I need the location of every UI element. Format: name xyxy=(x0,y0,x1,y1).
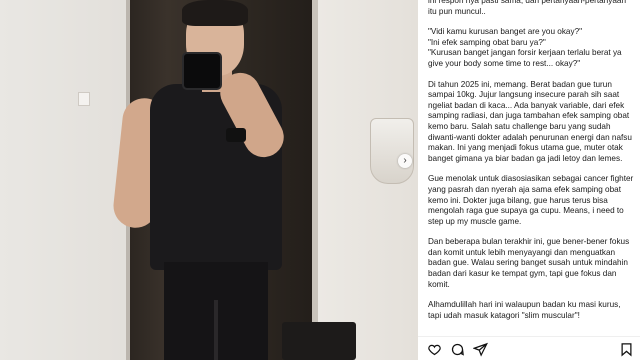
wall-outlet xyxy=(78,92,90,106)
share-icon[interactable] xyxy=(472,341,488,357)
person-hair xyxy=(182,0,248,26)
caption-paragraph: Dan beberapa bulan terakhir ini, gue ben… xyxy=(428,237,630,289)
pants-seam xyxy=(214,300,218,360)
caption-paragraph: Alhamdulillah hari ini walaupun badan ku… xyxy=(428,300,621,320)
wall-dispenser xyxy=(370,118,414,184)
comment-icon[interactable] xyxy=(449,341,465,357)
chevron-right-icon[interactable]: › xyxy=(398,154,412,168)
post-photo[interactable]: › xyxy=(0,0,418,360)
caption-paragraph: "Vidi kamu kurusan banget are you okay?"… xyxy=(428,27,622,68)
heart-icon[interactable] xyxy=(426,341,442,357)
caption-paragraph: Gue menolak untuk diasosiasikan sebagai … xyxy=(428,174,634,226)
divider xyxy=(418,336,640,337)
post-caption: ini respon nya pasti sama, dan pertanyaa… xyxy=(428,0,634,336)
post-sidebar: ini respon nya pasti sama, dan pertanyaa… xyxy=(418,0,640,360)
smartwatch xyxy=(226,128,246,142)
caption-paragraph: ini respon nya pasti sama, dan pertanyaa… xyxy=(428,0,626,16)
bookmark-icon[interactable] xyxy=(618,341,634,357)
trash-bin xyxy=(282,322,356,360)
phone xyxy=(182,52,222,90)
post-actions xyxy=(426,340,636,358)
caption-paragraph: Di tahun 2025 ini, memang. Berat badan g… xyxy=(428,79,632,163)
